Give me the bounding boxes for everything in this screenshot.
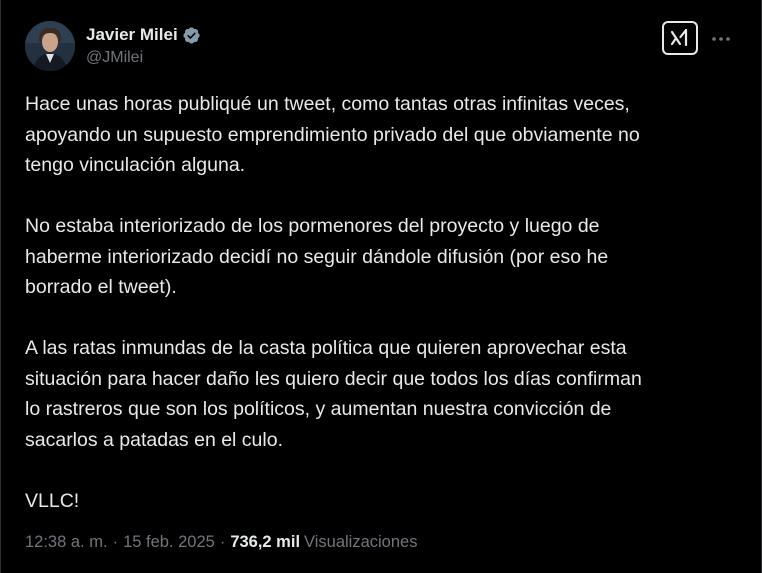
tweet-line: borrado el tweet). (25, 276, 177, 298)
tweet-card: Javier Milei @JMilei Hace unas horas pub… (0, 0, 762, 573)
tweet-header: Javier Milei @JMilei (25, 21, 741, 73)
author-display-name[interactable]: Javier Milei (86, 24, 178, 46)
tweet-line: apoyando un supuesto emprendimiento priv… (25, 123, 640, 146)
more-options-icon[interactable] (709, 29, 733, 49)
name-row: Javier Milei (86, 24, 201, 46)
tweet-time[interactable]: 12:38 a. m. (25, 533, 108, 552)
avatar-image (25, 21, 75, 71)
author-info: Javier Milei @JMilei (86, 24, 201, 69)
tweet-line: tengo vinculación alguna. (25, 154, 246, 176)
author-handle[interactable]: @JMilei (86, 47, 201, 69)
tweet-line: haberme interiorizado decidí no seguir d… (25, 245, 609, 268)
tweet-meta: 12:38 a. m. · 15 feb. 2025 · 736,2 mil V… (25, 530, 417, 554)
grok-icon[interactable] (662, 21, 698, 55)
tweet-line: VLLC! (25, 489, 80, 512)
avatar[interactable] (25, 21, 75, 71)
meta-separator: · (112, 532, 119, 551)
tweet-line: No estaba interiorizado de los pormenore… (25, 215, 600, 237)
tweet-text: Hace unas horas publiqué un tweet, como … (25, 89, 745, 516)
tweet-line: situación para hacer daño les quiero dec… (25, 367, 642, 390)
tweet-line: Hace unas horas publiqué un tweet, como … (25, 93, 630, 115)
views-label: Visualizaciones (304, 532, 418, 551)
tweet-line: A las ratas inmundas de la casta polític… (25, 337, 627, 359)
tweet-line: sacarlos a patadas en el culo. (25, 428, 283, 451)
verified-badge-icon[interactable] (182, 26, 201, 45)
views-count: 736,2 mil (230, 532, 301, 551)
tweet-line: lo rastreros que son los políticos, y au… (25, 398, 612, 420)
tweet-date[interactable]: 15 feb. 2025 (123, 533, 215, 552)
meta-separator: · (219, 532, 226, 551)
